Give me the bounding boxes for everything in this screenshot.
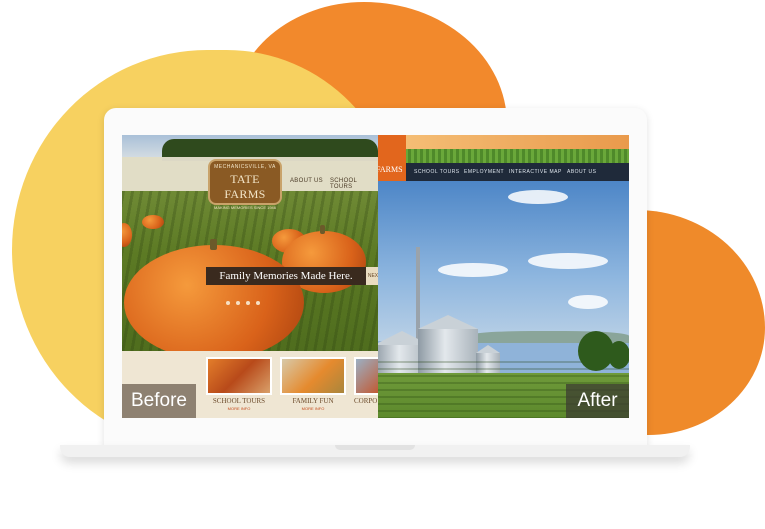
after-sunset-strip (378, 135, 629, 149)
feature-card-image (354, 357, 378, 395)
after-website-screenshot: SCHOOL TOURS EMPLOYMENT INTERACTIVE MAP … (378, 135, 629, 418)
before-label: Before (122, 384, 196, 418)
before-nav-school-tours[interactable]: SCHOOL TOURS (330, 178, 378, 190)
feature-card-more-info[interactable]: MORE INFO (280, 406, 346, 411)
pumpkin-image (142, 215, 164, 229)
tate-farms-logo[interactable]: MECHANICSVILLE, VA TATE FARMS MAKING MEM… (208, 159, 282, 210)
after-nav-employment[interactable]: EMPLOYMENT (464, 169, 504, 175)
cloud (568, 295, 608, 309)
hero-next-button[interactable]: NEX (366, 267, 378, 285)
after-label: After (566, 384, 629, 418)
feature-card-image (280, 357, 346, 395)
pumpkin-stem (210, 239, 217, 250)
carousel-dot[interactable] (236, 301, 240, 305)
logo-location-text: MECHANICSVILLE, VA (214, 164, 276, 170)
carousel-dot[interactable] (246, 301, 250, 305)
after-logo-text: FARMS (378, 165, 403, 174)
silo-roof (476, 345, 500, 353)
feature-card-image (206, 357, 272, 395)
hero-banner-text: Family Memories Made Here. (206, 267, 366, 285)
silo-roof (418, 315, 478, 329)
feature-card-title: FAMILY FUN (292, 397, 334, 405)
logo-title: TATE FARMS (224, 172, 266, 201)
before-website-screenshot: ABOUT US SCHOOL TOURS MECHANICSVILLE, VA… (122, 135, 378, 418)
carousel-dot[interactable] (256, 301, 260, 305)
cloud (528, 253, 608, 269)
carousel-dots (223, 292, 273, 305)
feature-card-school-tours[interactable]: SCHOOL TOURS MORE INFO (206, 357, 272, 415)
after-crop-strip (378, 149, 629, 163)
feature-card-more-info[interactable]: MORE INFO (206, 406, 272, 411)
after-farm-logo[interactable]: FARMS (378, 135, 406, 185)
feature-card-corporate[interactable]: CORPO (354, 357, 378, 415)
pumpkin-stem (320, 225, 325, 234)
after-nav-school-tours[interactable]: SCHOOL TOURS (414, 169, 460, 175)
pumpkin-image-large (124, 245, 304, 360)
after-nav-interactive-map[interactable]: INTERACTIVE MAP (509, 169, 562, 175)
tree (608, 341, 629, 369)
feature-card-title: CORPO (354, 397, 378, 405)
feature-card-family-fun[interactable]: FAMILY FUN MORE INFO (280, 357, 346, 415)
logo-subtitle: MAKING MEMORIES SINCE 1946 (213, 205, 276, 210)
cloud (508, 190, 568, 204)
after-nav-about-us[interactable]: ABOUT US (567, 169, 596, 175)
cloud (438, 263, 508, 277)
before-nav-about-us[interactable]: ABOUT US (290, 178, 323, 184)
feature-card-title: SCHOOL TOURS (212, 397, 266, 405)
laptop-base (60, 445, 690, 457)
laptop-screen: ABOUT US SCHOOL TOURS MECHANICSVILLE, VA… (122, 135, 629, 418)
laptop-notch (335, 445, 415, 450)
carousel-dot[interactable] (226, 301, 230, 305)
